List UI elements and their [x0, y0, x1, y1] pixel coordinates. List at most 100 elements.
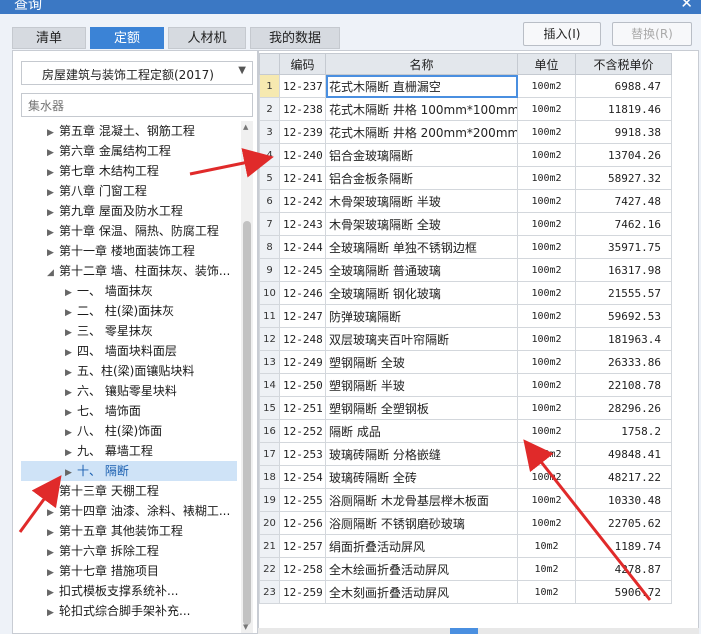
unit-cell[interactable]: 100m2: [517, 396, 576, 420]
unit-cell[interactable]: 100m2: [517, 281, 576, 305]
code-cell[interactable]: 12-255: [279, 488, 326, 512]
code-cell[interactable]: 12-248: [279, 327, 326, 351]
name-cell[interactable]: 隔断 成品: [325, 419, 518, 443]
tree-item[interactable]: ▶ 第六章 金属结构工程: [21, 141, 237, 161]
price-cell[interactable]: 22705.62: [575, 511, 672, 535]
table-row[interactable]: 10 12-246 全玻璃隔断 钢化玻璃 100m2 21555.57: [259, 281, 672, 305]
tree-item[interactable]: ▶ 轮扣式综合脚手架补充...: [21, 601, 237, 621]
tree-item[interactable]: ▶ 四、 墙面块料面层: [21, 341, 237, 361]
caret-right-icon[interactable]: ▶: [65, 343, 77, 363]
name-cell[interactable]: 玻璃砖隔断 分格嵌缝: [325, 442, 518, 466]
table-row[interactable]: 1 12-237 花式木隔断 直栅漏空 100m2 6988.47: [259, 74, 672, 98]
table-row[interactable]: 14 12-250 塑钢隔断 半玻 100m2 22108.78: [259, 373, 672, 397]
row-number-cell[interactable]: 17: [259, 442, 280, 466]
code-cell[interactable]: 12-243: [279, 212, 326, 236]
name-cell[interactable]: 铝合金板条隔断: [325, 166, 518, 190]
tree-item[interactable]: ▶ 第七章 木结构工程: [21, 161, 237, 181]
search-input[interactable]: [26, 95, 250, 117]
row-number-cell[interactable]: 19: [259, 488, 280, 512]
caret-right-icon[interactable]: ▶: [47, 503, 59, 523]
caret-right-icon[interactable]: ▶: [47, 163, 59, 183]
caret-right-icon[interactable]: ▶: [47, 143, 59, 163]
unit-cell[interactable]: 100m2: [517, 488, 576, 512]
caret-right-icon[interactable]: ▶: [65, 443, 77, 463]
code-cell[interactable]: 12-259: [279, 580, 326, 604]
price-cell[interactable]: 1758.2: [575, 419, 672, 443]
unit-cell[interactable]: 100m2: [517, 350, 576, 374]
caret-right-icon[interactable]: ▶: [47, 543, 59, 563]
code-cell[interactable]: 12-246: [279, 281, 326, 305]
name-cell[interactable]: 塑钢隔断 全玻: [325, 350, 518, 374]
caret-right-icon[interactable]: ▶: [65, 463, 77, 483]
row-number-cell[interactable]: 6: [259, 189, 280, 213]
name-cell[interactable]: 全玻璃隔断 普通玻璃: [325, 258, 518, 282]
price-cell[interactable]: 59692.53: [575, 304, 672, 328]
code-cell[interactable]: 12-239: [279, 120, 326, 144]
row-number-cell[interactable]: 20: [259, 511, 280, 535]
price-cell[interactable]: 26333.86: [575, 350, 672, 374]
name-cell[interactable]: 木骨架玻璃隔断 半玻: [325, 189, 518, 213]
caret-right-icon[interactable]: ▶: [47, 223, 59, 243]
row-number-cell[interactable]: 18: [259, 465, 280, 489]
header-unit[interactable]: 单位: [517, 53, 576, 75]
price-cell[interactable]: 11819.46: [575, 97, 672, 121]
name-cell[interactable]: 塑钢隔断 半玻: [325, 373, 518, 397]
table-row[interactable]: 3 12-239 花式木隔断 井格 200mm*200mm 100m2 9918.38: [259, 120, 672, 144]
price-cell[interactable]: 49848.41: [575, 442, 672, 466]
caret-right-icon[interactable]: ▶: [47, 183, 59, 203]
tree-item[interactable]: ▶ 九、 幕墙工程: [21, 441, 237, 461]
price-cell[interactable]: 48217.22: [575, 465, 672, 489]
row-number-cell[interactable]: 9: [259, 258, 280, 282]
name-cell[interactable]: 全玻璃隔断 单独不锈钢边框: [325, 235, 518, 259]
table-row[interactable]: 18 12-254 玻璃砖隔断 全砖 100m2 48217.22: [259, 465, 672, 489]
unit-cell[interactable]: 100m2: [517, 511, 576, 535]
insert-button[interactable]: 插入(I): [523, 22, 601, 46]
name-cell[interactable]: 防弹玻璃隔断: [325, 304, 518, 328]
name-cell[interactable]: 花式木隔断 直栅漏空: [325, 74, 518, 98]
caret-right-icon[interactable]: ▶: [65, 383, 77, 403]
name-cell[interactable]: 双层玻璃夹百叶帘隔断: [325, 327, 518, 351]
tree-item[interactable]: ▶ 五、柱(梁)面镶贴块料: [21, 361, 237, 381]
code-cell[interactable]: 12-242: [279, 189, 326, 213]
tree-item[interactable]: ▶ 六、 镶贴零星块料: [21, 381, 237, 401]
tree-item[interactable]: ▶ 八、 柱(梁)饰面: [21, 421, 237, 441]
name-cell[interactable]: 绢面折叠活动屏风: [325, 534, 518, 558]
caret-right-icon[interactable]: ▶: [47, 603, 59, 623]
search-box[interactable]: [21, 93, 253, 117]
code-cell[interactable]: 12-244: [279, 235, 326, 259]
tree-item[interactable]: ▶ 第九章 屋面及防水工程: [21, 201, 237, 221]
tree-item[interactable]: ▶ 第五章 混凝土、钢筋工程: [21, 121, 237, 141]
name-cell[interactable]: 全木刻画折叠活动屏风: [325, 580, 518, 604]
tree-item[interactable]: ◢ 第十二章 墙、柱面抹灰、装饰...: [21, 261, 237, 281]
code-cell[interactable]: 12-241: [279, 166, 326, 190]
code-cell[interactable]: 12-254: [279, 465, 326, 489]
code-cell[interactable]: 12-251: [279, 396, 326, 420]
row-number-cell[interactable]: 22: [259, 557, 280, 581]
row-number-cell[interactable]: 3: [259, 120, 280, 144]
price-cell[interactable]: 58927.32: [575, 166, 672, 190]
price-cell[interactable]: 10330.48: [575, 488, 672, 512]
table-row[interactable]: 15 12-251 塑钢隔断 全塑钢板 100m2 28296.26: [259, 396, 672, 420]
caret-right-icon[interactable]: ▶: [65, 323, 77, 343]
code-cell[interactable]: 12-249: [279, 350, 326, 374]
unit-cell[interactable]: 100m2: [517, 212, 576, 236]
unit-cell[interactable]: 10m2: [517, 580, 576, 604]
row-number-cell[interactable]: 21: [259, 534, 280, 558]
caret-right-icon[interactable]: ▶: [47, 583, 59, 603]
unit-cell[interactable]: 10m2: [517, 557, 576, 581]
price-cell[interactable]: 22108.78: [575, 373, 672, 397]
table-row[interactable]: 4 12-240 铝合金玻璃隔断 100m2 13704.26: [259, 143, 672, 167]
caret-down-icon[interactable]: ◢: [47, 263, 59, 283]
unit-cell[interactable]: 10m2: [517, 534, 576, 558]
header-price[interactable]: 不含税单价: [575, 53, 672, 75]
name-cell[interactable]: 花式木隔断 井格 100mm*100mm: [325, 97, 518, 121]
unit-cell[interactable]: 100m2: [517, 327, 576, 351]
tree-scrollbar-thumb[interactable]: [243, 221, 251, 625]
scroll-down-icon[interactable]: ▼: [243, 623, 248, 631]
unit-cell[interactable]: 100m2: [517, 258, 576, 282]
caret-right-icon[interactable]: ▶: [65, 363, 77, 383]
table-row[interactable]: 13 12-249 塑钢隔断 全玻 100m2 26333.86: [259, 350, 672, 374]
row-number-cell[interactable]: 23: [259, 580, 280, 604]
name-cell[interactable]: 玻璃砖隔断 全砖: [325, 465, 518, 489]
price-cell[interactable]: 181963.4: [575, 327, 672, 351]
